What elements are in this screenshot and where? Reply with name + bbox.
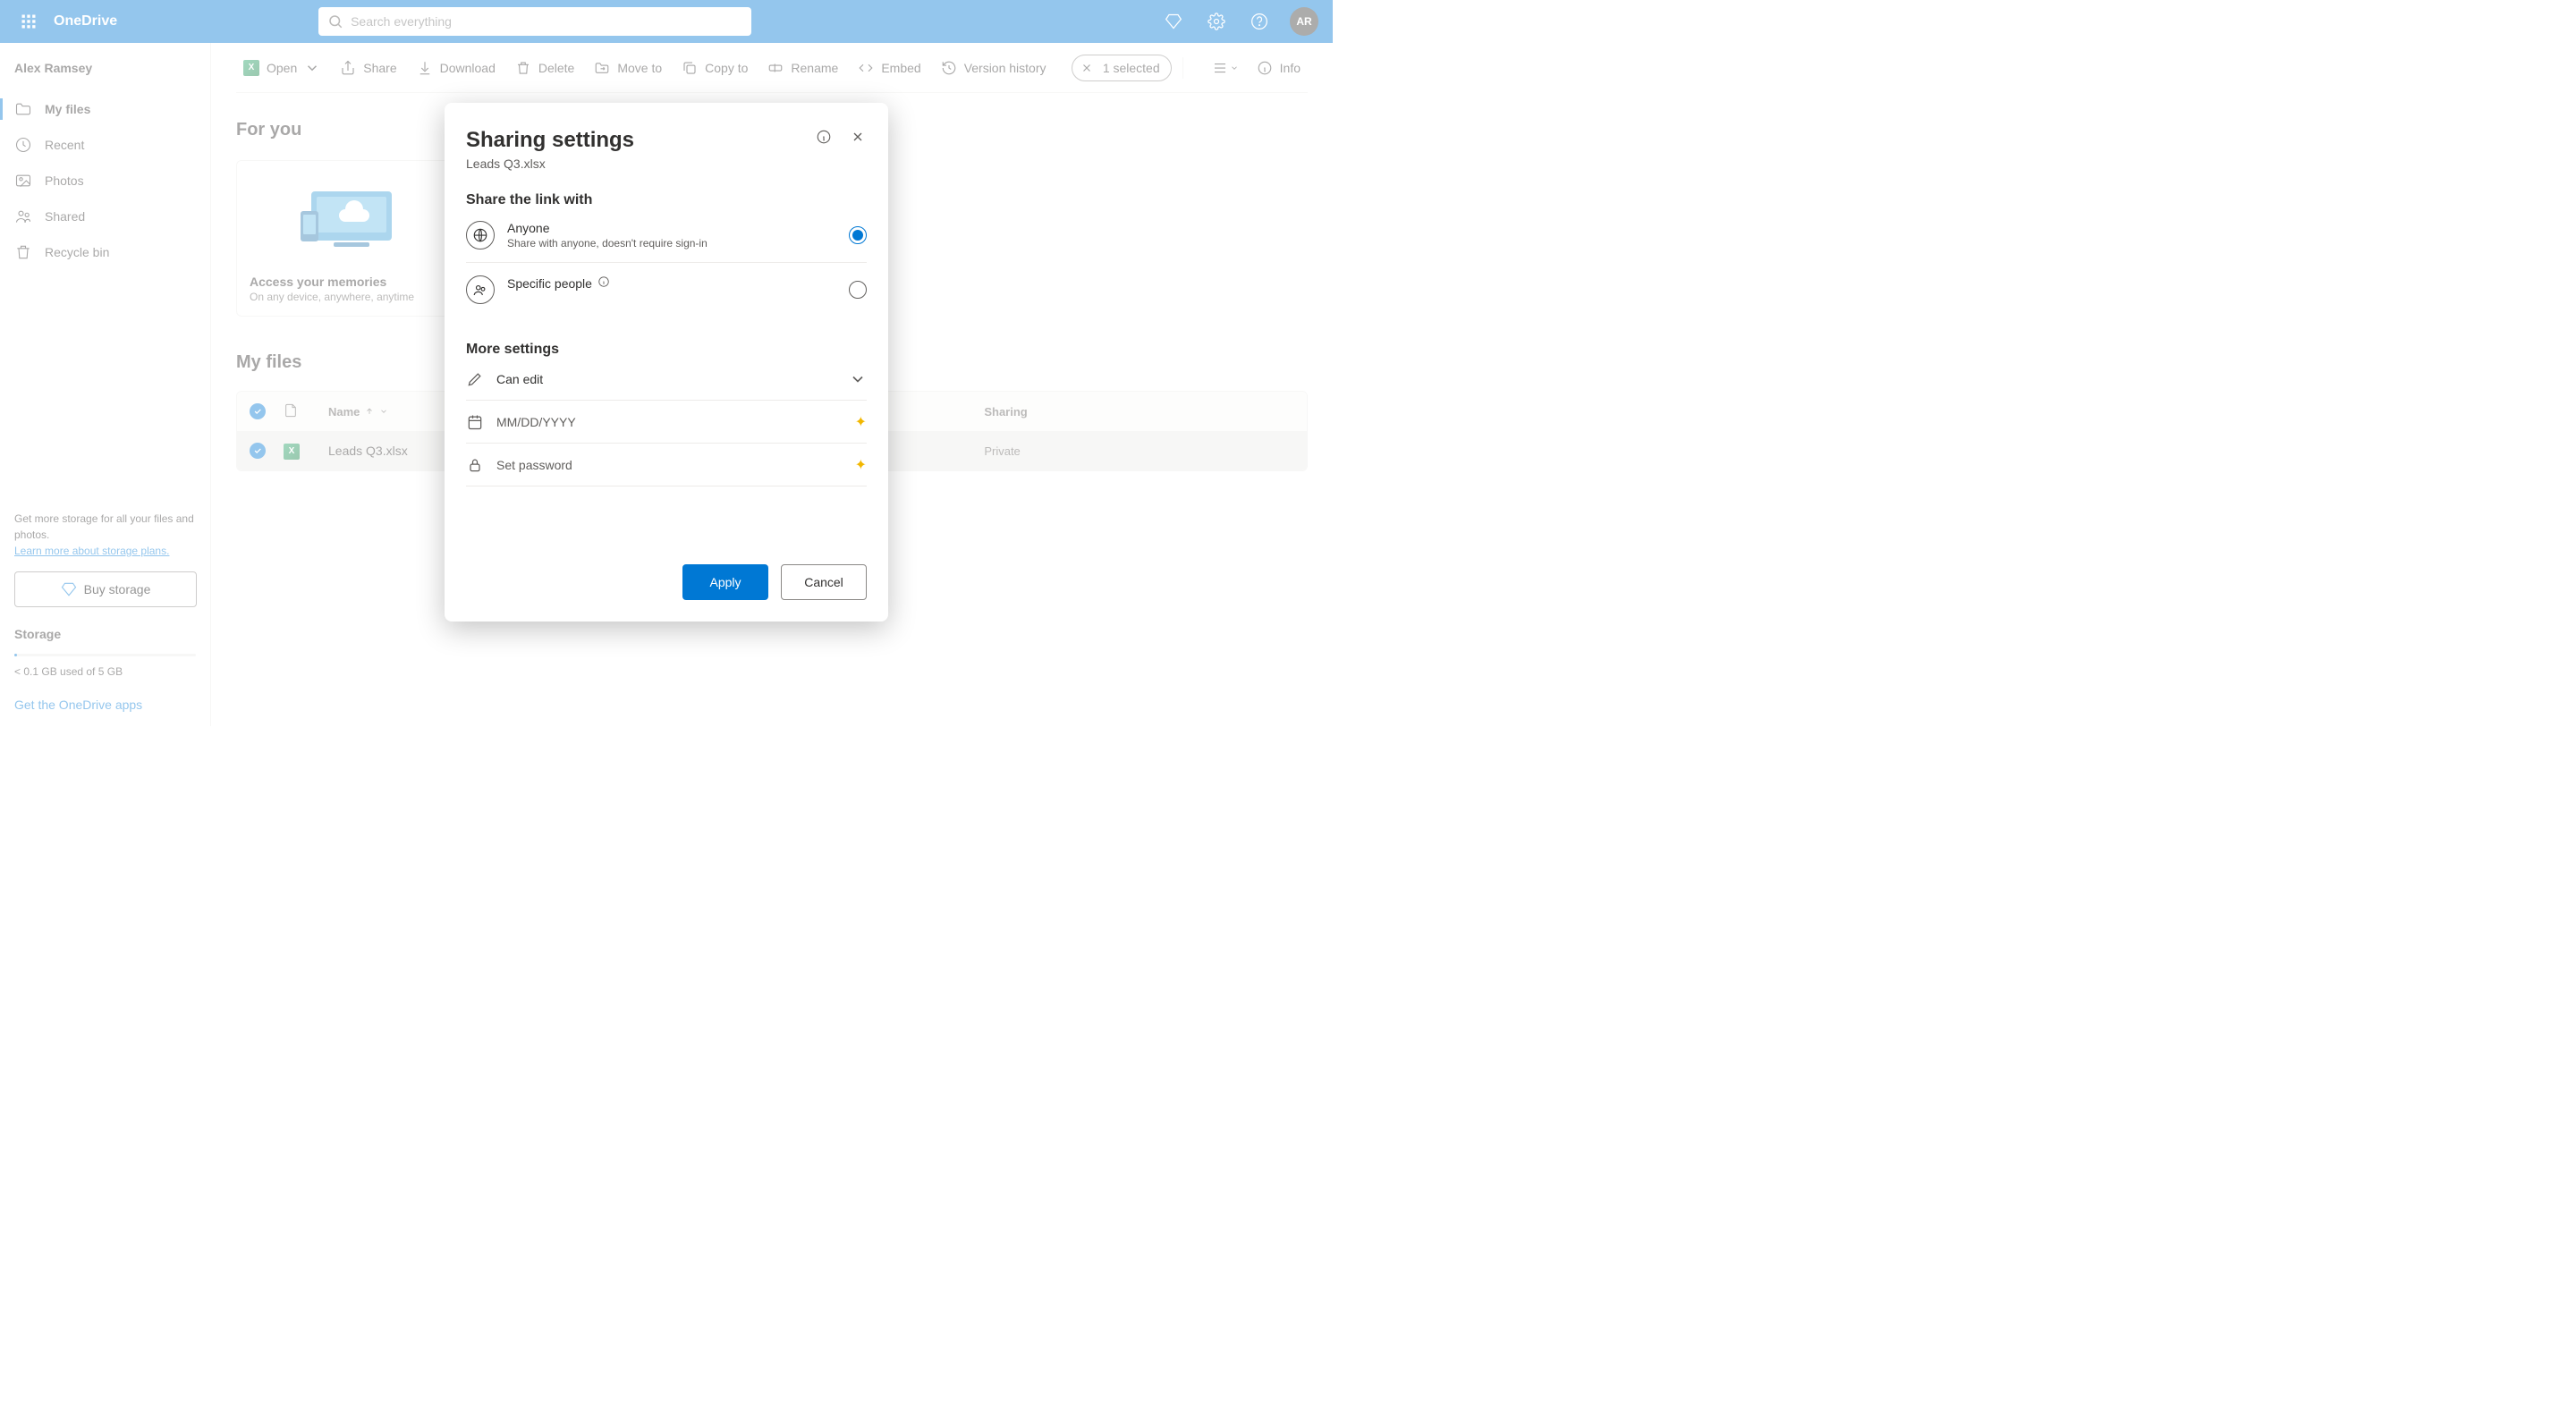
option-title: Anyone [507, 221, 836, 235]
expiry-row[interactable]: ✦ [466, 401, 867, 444]
share-with-heading: Share the link with [466, 192, 867, 208]
chevron-down-icon [849, 370, 867, 388]
option-subtitle: Share with anyone, doesn't require sign-… [507, 237, 836, 250]
password-input[interactable] [496, 458, 843, 472]
dialog-info-button[interactable] [809, 123, 838, 151]
close-icon [851, 130, 865, 144]
radio-specific[interactable] [849, 281, 867, 299]
apply-button[interactable]: Apply [682, 564, 768, 600]
option-text: Specific people [507, 275, 836, 291]
pencil-icon [466, 370, 484, 388]
radio-anyone[interactable] [849, 226, 867, 244]
dialog-actions: Apply Cancel [682, 564, 867, 600]
more-settings-heading: More settings [466, 342, 867, 358]
password-row[interactable]: ✦ [466, 444, 867, 486]
premium-star-icon: ✦ [855, 413, 867, 431]
sharing-settings-dialog: Sharing settings Leads Q3.xlsx Share the… [445, 103, 888, 622]
cancel-button[interactable]: Cancel [781, 564, 867, 600]
calendar-icon [466, 413, 484, 431]
premium-star-icon: ✦ [855, 456, 867, 474]
permission-label: Can edit [496, 372, 836, 386]
dialog-close-button[interactable] [843, 123, 872, 151]
lock-icon [466, 456, 484, 474]
people-icon [466, 275, 495, 304]
info-icon [816, 129, 832, 145]
option-text: Anyone Share with anyone, doesn't requir… [507, 221, 836, 250]
dialog-title: Sharing settings [466, 128, 867, 153]
globe-icon [466, 221, 495, 250]
permission-dropdown[interactable]: Can edit [466, 358, 867, 401]
info-icon[interactable] [597, 275, 610, 291]
share-option-specific[interactable]: Specific people [466, 263, 867, 317]
option-title: Specific people [507, 276, 592, 291]
expiry-date-input[interactable] [496, 415, 843, 429]
share-option-anyone[interactable]: Anyone Share with anyone, doesn't requir… [466, 208, 867, 263]
dialog-file-name: Leads Q3.xlsx [466, 156, 867, 171]
